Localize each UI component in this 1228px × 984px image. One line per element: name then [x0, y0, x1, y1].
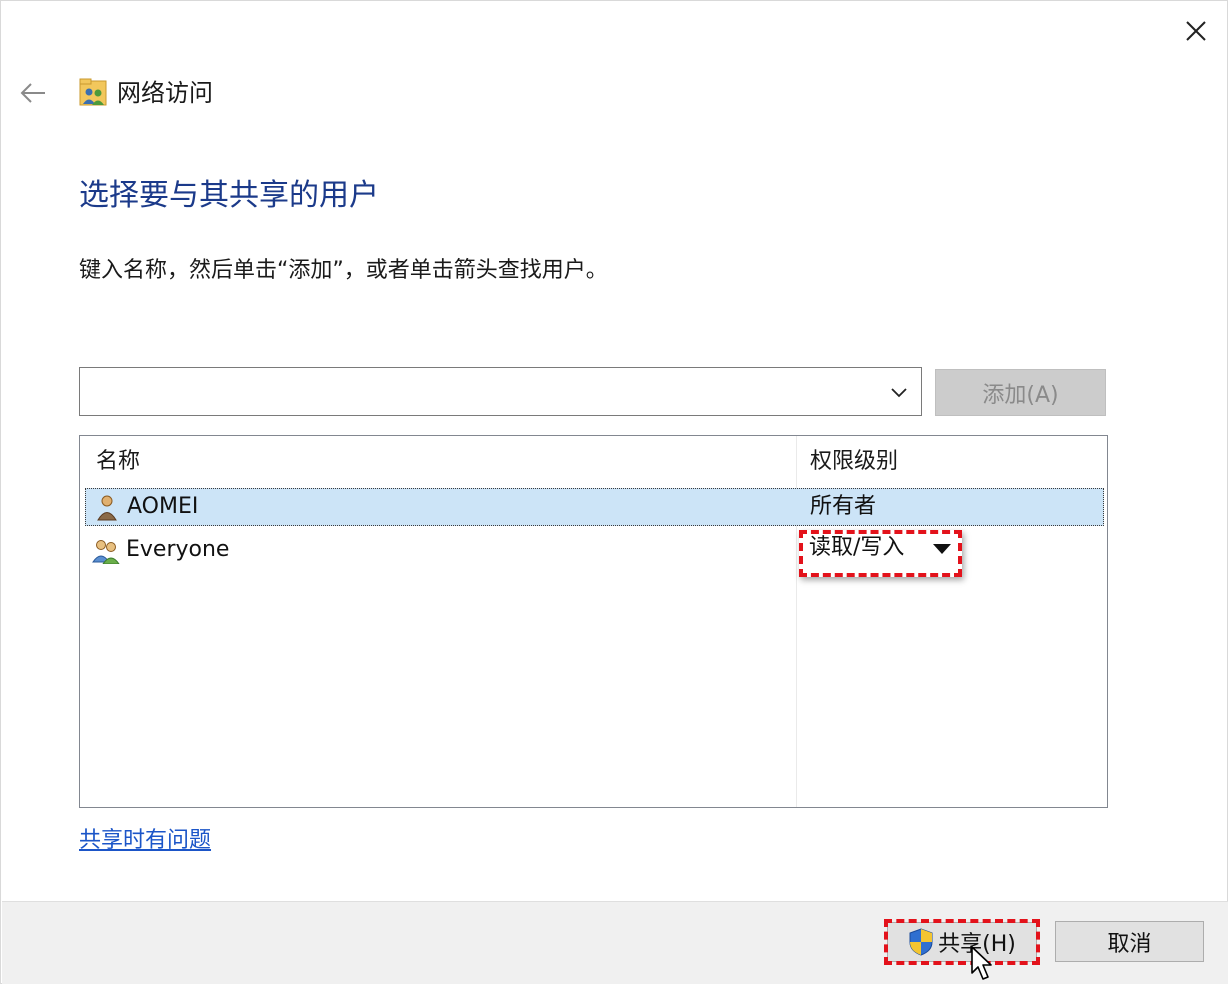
back-button[interactable] — [13, 73, 53, 113]
column-header-permission[interactable]: 权限级别 — [810, 446, 898, 478]
user-permission-list: 名称 权限级别 AOMEI 所有者 Everyone 读取/写入 — [79, 435, 1108, 808]
back-arrow-icon — [20, 83, 45, 103]
user-icon — [97, 495, 117, 521]
sharing-help-link[interactable]: 共享时有问题 — [79, 825, 211, 857]
permission-dropdown-arrow-icon[interactable] — [933, 544, 951, 554]
list-row-aomei[interactable]: AOMEI 所有者 — [85, 488, 1104, 526]
combobox-dropdown-button[interactable] — [883, 376, 915, 408]
dialog-footer — [2, 901, 1228, 984]
window-title: 网络访问 — [117, 79, 213, 107]
network-share-folder-icon — [79, 78, 107, 106]
permission-dropdown-label[interactable]: 读取/写入 — [809, 532, 904, 564]
user-name-input[interactable] — [88, 374, 878, 410]
share-button-label: 共享(H) — [938, 932, 1016, 957]
page-heading: 选择要与其共享的用户 — [79, 178, 379, 213]
user-name-label: Everyone — [126, 537, 230, 562]
users-group-icon — [92, 540, 120, 564]
list-row-everyone[interactable]: Everyone 读取/写入 — [85, 532, 1104, 570]
user-name-label: AOMEI — [127, 494, 199, 519]
add-button[interactable]: 添加(A) — [935, 369, 1106, 416]
column-header-name[interactable]: 名称 — [96, 446, 140, 478]
instruction-text: 键入名称，然后单击“添加”，或者单击箭头查找用户。 — [79, 258, 608, 283]
cancel-button[interactable]: 取消 — [1055, 921, 1204, 962]
permission-label: 所有者 — [810, 494, 877, 519]
close-button[interactable] — [1173, 11, 1219, 51]
network-access-dialog: 网络访问 选择要与其共享的用户 键入名称，然后单击“添加”，或者单击箭头查找用户… — [0, 0, 1228, 984]
uac-shield-icon — [909, 928, 933, 956]
share-button[interactable]: 共享(H) — [887, 922, 1037, 962]
user-name-combobox[interactable] — [79, 367, 922, 416]
close-icon — [1186, 21, 1206, 41]
chevron-down-icon — [891, 388, 907, 398]
